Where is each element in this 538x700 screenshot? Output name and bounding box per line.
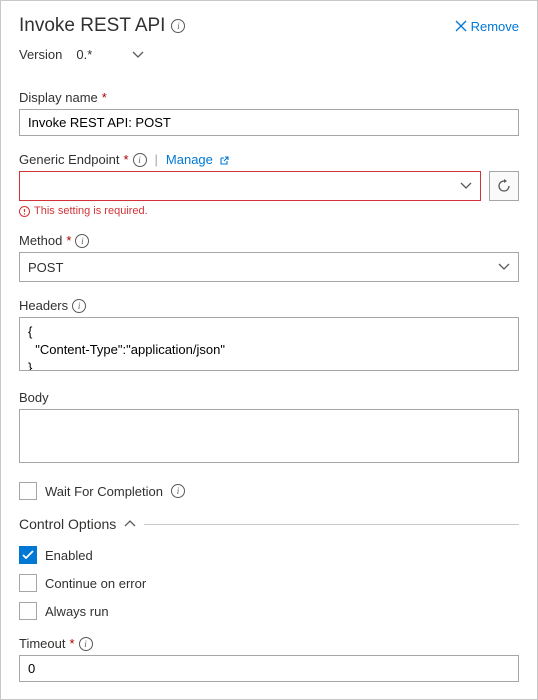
info-icon[interactable]: i	[79, 637, 93, 651]
always-row: Always run	[19, 602, 519, 620]
method-value: POST	[28, 260, 63, 275]
timeout-input[interactable]	[19, 655, 519, 682]
body-field: Body	[19, 390, 519, 466]
headers-field: Headers i	[19, 298, 519, 374]
enabled-label: Enabled	[45, 548, 93, 563]
endpoint-select[interactable]	[19, 171, 481, 201]
display-name-field: Display name *	[19, 90, 519, 136]
control-options-title: Control Options	[19, 516, 116, 532]
info-icon[interactable]: i	[133, 153, 147, 167]
header-row: Invoke REST API i Remove	[19, 15, 519, 37]
wait-label: Wait For Completion	[45, 484, 163, 499]
info-icon[interactable]: i	[171, 19, 185, 33]
required-mark: *	[123, 152, 128, 167]
method-field: Method * i POST	[19, 233, 519, 282]
chevron-down-icon	[132, 51, 144, 59]
task-panel: Invoke REST API i Remove Version 0.* Dis…	[0, 0, 538, 700]
display-name-label: Display name	[19, 90, 98, 105]
control-options-header[interactable]: Control Options	[19, 516, 519, 532]
timeout-field: Timeout * i	[19, 636, 519, 682]
version-label: Version	[19, 47, 62, 62]
endpoint-field: Generic Endpoint * i | Manage This setti…	[19, 152, 519, 217]
always-checkbox[interactable]	[19, 602, 37, 620]
refresh-icon	[496, 178, 512, 194]
version-value: 0.*	[76, 47, 92, 62]
info-icon[interactable]: i	[75, 234, 89, 248]
endpoint-error: This setting is required.	[19, 205, 519, 217]
continue-label: Continue on error	[45, 576, 146, 591]
manage-label: Manage	[166, 152, 213, 167]
timeout-label: Timeout	[19, 636, 65, 651]
chevron-down-icon	[498, 263, 510, 271]
chevron-up-icon	[124, 520, 136, 528]
continue-row: Continue on error	[19, 574, 519, 592]
version-select[interactable]: 0.*	[72, 45, 148, 64]
body-input[interactable]	[19, 409, 519, 463]
wait-checkbox[interactable]	[19, 482, 37, 500]
body-label: Body	[19, 390, 49, 405]
always-label: Always run	[45, 604, 109, 619]
info-icon[interactable]: i	[72, 299, 86, 313]
endpoint-label: Generic Endpoint	[19, 152, 119, 167]
title-text: Invoke REST API	[19, 15, 165, 37]
chevron-down-icon	[460, 182, 472, 190]
panel-title: Invoke REST API i	[19, 15, 185, 37]
divider	[144, 524, 519, 525]
method-label: Method	[19, 233, 62, 248]
required-mark: *	[69, 636, 74, 651]
remove-label: Remove	[471, 19, 519, 34]
separator: |	[155, 152, 158, 167]
external-link-icon	[219, 156, 229, 166]
wait-row: Wait For Completion i	[19, 482, 519, 500]
info-icon[interactable]: i	[171, 484, 185, 498]
close-icon	[455, 20, 467, 32]
method-select[interactable]: POST	[19, 252, 519, 282]
display-name-input[interactable]	[19, 109, 519, 136]
refresh-button[interactable]	[489, 171, 519, 201]
manage-link[interactable]: Manage	[166, 152, 229, 167]
version-row: Version 0.*	[19, 45, 519, 64]
required-mark: *	[102, 90, 107, 105]
required-mark: *	[66, 233, 71, 248]
error-icon	[19, 206, 30, 217]
continue-checkbox[interactable]	[19, 574, 37, 592]
enabled-row: Enabled	[19, 546, 519, 564]
check-icon	[22, 550, 34, 560]
headers-label: Headers	[19, 298, 68, 313]
error-text: This setting is required.	[34, 205, 148, 217]
remove-button[interactable]: Remove	[455, 19, 519, 34]
enabled-checkbox[interactable]	[19, 546, 37, 564]
headers-input[interactable]	[19, 317, 519, 371]
